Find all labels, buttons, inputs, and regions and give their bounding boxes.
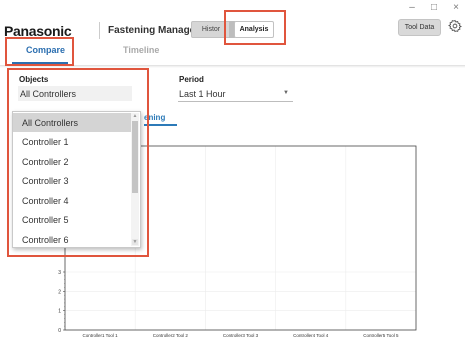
x-tick-label: Controller2 Tool 2: [153, 333, 189, 338]
highlight-box-analysis: [224, 10, 286, 45]
tool-data-button[interactable]: Tool Data: [398, 19, 441, 36]
x-tick-label: Controller1 Tool 1: [83, 333, 119, 338]
app-title: Fastening Manager: [108, 25, 200, 36]
chart-y-ticks: 0 1 2 3: [58, 270, 65, 334]
highlight-box-compare: [5, 37, 74, 66]
chart-x-ticks: Controller1 Tool 1 Controller2 Tool 2 Cont…: [83, 333, 399, 338]
chevron-down-icon: ▼: [283, 90, 289, 96]
app-window: – □ × Panasonic Fastening Manager Histor…: [0, 0, 465, 355]
y-tick-label: 1: [58, 309, 61, 315]
y-tick-label: 2: [58, 289, 61, 295]
close-button[interactable]: ×: [451, 2, 461, 13]
window-controls: – □ ×: [407, 2, 461, 13]
gear-icon[interactable]: [448, 19, 462, 33]
maximize-button[interactable]: □: [429, 2, 439, 13]
period-label: Period: [179, 75, 204, 84]
x-tick-label: Controller4 Tool 4: [293, 333, 329, 338]
y-tick-label: 3: [58, 270, 61, 276]
period-value: Last 1 Hour: [179, 89, 226, 99]
highlight-box-objects: [7, 68, 149, 257]
x-tick-label: Controller5 Tool 5: [363, 333, 399, 338]
header-divider: [99, 22, 100, 39]
tab-timeline[interactable]: Timeline: [123, 45, 159, 55]
minimize-button[interactable]: –: [407, 2, 417, 13]
x-tick-label: Controller3 Tool 3: [223, 333, 259, 338]
y-tick-label: 0: [58, 328, 61, 334]
period-select[interactable]: Last 1 Hour ▼: [178, 87, 293, 102]
